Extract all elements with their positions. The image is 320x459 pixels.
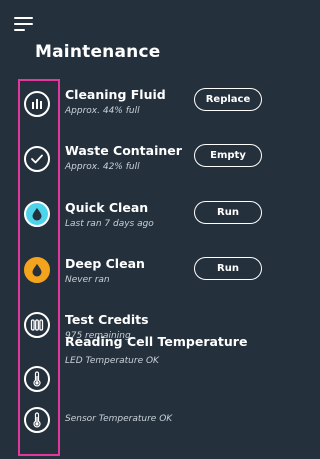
bars-icon [24,91,50,117]
deep-clean-title: Deep Clean [65,256,145,271]
cleaning-fluid-title: Cleaning Fluid [65,87,166,102]
waste-container-status: Approx. 42% full [65,162,140,172]
hamburger-menu-icon[interactable] [14,17,33,31]
thermometer-icon [24,407,50,433]
thermometer-icon [24,366,50,392]
quick-clean-run-button[interactable]: Run [194,201,262,224]
waste-container-title: Waste Container [65,143,182,158]
deep-clean-run-button[interactable]: Run [194,257,262,280]
reading-cell-temperature-title: Reading Cell Temperature [65,334,248,349]
empty-button[interactable]: Empty [194,144,262,167]
test-tubes-icon [24,312,50,338]
quick-clean-status: Last ran 7 days ago [65,219,154,229]
cleaning-fluid-status: Approx. 44% full [65,106,140,116]
replace-button[interactable]: Replace [194,88,262,111]
led-temperature-status: LED Temperature OK [65,356,159,366]
deep-clean-status: Never ran [65,275,110,285]
droplet-icon [24,257,50,283]
quick-clean-title: Quick Clean [65,200,149,215]
check-circle-icon [24,146,50,172]
test-credits-title: Test Credits [65,312,149,327]
droplet-icon [24,201,50,227]
page-title: Maintenance [35,42,161,62]
sensor-temperature-status: Sensor Temperature OK [65,414,173,424]
